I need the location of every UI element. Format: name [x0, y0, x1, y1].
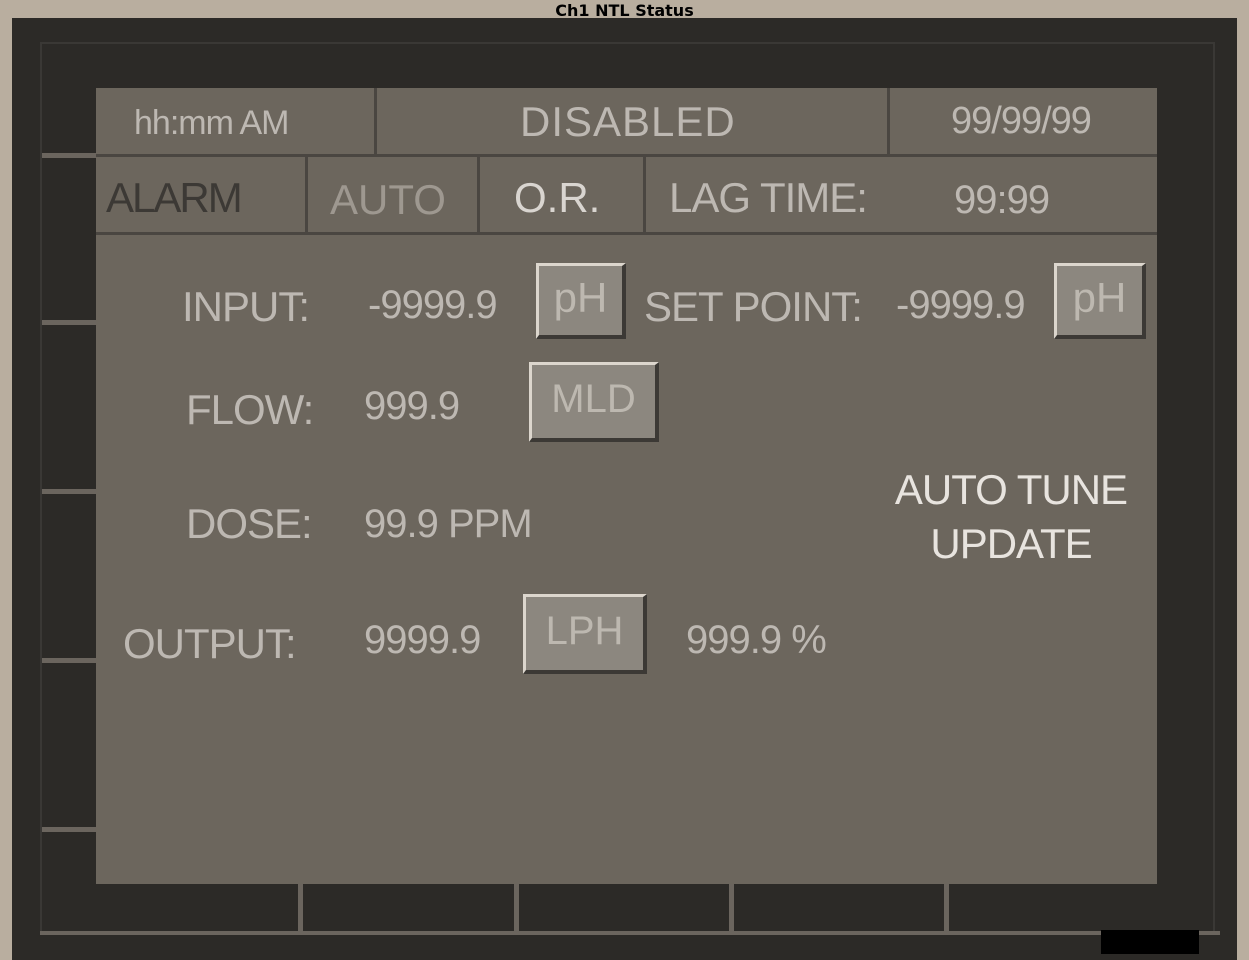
- lag-time-label: LAG TIME:: [669, 174, 868, 221]
- clock-time: hh:mm AM: [134, 104, 289, 142]
- bottom-softkey-divider: [514, 884, 519, 932]
- left-softkey-divider: [42, 153, 96, 158]
- bottom-softkey-divider: [729, 884, 734, 932]
- setpoint-label: SET POINT:: [644, 283, 863, 330]
- status-row-divider: [96, 232, 1157, 235]
- or-indicator[interactable]: O.R.: [514, 174, 600, 222]
- flow-value: 999.9: [364, 384, 460, 428]
- header-divider: [374, 88, 377, 154]
- setpoint-unit-button[interactable]: pH: [1054, 263, 1146, 339]
- bottom-rule: [40, 931, 1220, 935]
- header-divider: [887, 88, 890, 154]
- status-indicator: [1101, 930, 1199, 954]
- flow-unit-button[interactable]: MLD: [529, 362, 659, 442]
- status-divider: [305, 157, 308, 233]
- flow-label: FLOW:: [186, 386, 314, 433]
- setpoint-value: -9999.9: [896, 283, 1026, 327]
- bottom-softkey-divider: [944, 884, 949, 932]
- header-row-divider: [96, 154, 1157, 157]
- input-label: INPUT:: [182, 283, 310, 330]
- dose-value: 99.9 PPM: [364, 502, 533, 546]
- auto-tune-line2: UPDATE: [930, 520, 1092, 567]
- main-panel: hh:mm AM DISABLED 99/99/99 ALARM AUTO O.…: [96, 88, 1157, 884]
- status-divider: [477, 157, 480, 233]
- auto-tune-line1: AUTO TUNE: [894, 466, 1128, 513]
- controller-state: DISABLED: [520, 98, 736, 145]
- date: 99/99/99: [951, 100, 1092, 142]
- left-softkey-divider: [42, 827, 96, 832]
- input-unit-button[interactable]: pH: [536, 263, 626, 339]
- left-softkey-divider: [42, 489, 96, 494]
- left-softkey-divider: [42, 658, 96, 663]
- lag-time-value: 99:99: [954, 178, 1050, 222]
- alarm-indicator[interactable]: ALARM: [106, 174, 243, 222]
- input-value: -9999.9: [368, 283, 498, 327]
- output-label: OUTPUT:: [123, 620, 297, 667]
- output-percent: 999.9 %: [686, 618, 827, 662]
- status-divider: [643, 157, 646, 233]
- left-softkey-divider: [42, 320, 96, 325]
- dose-label: DOSE:: [186, 500, 313, 547]
- bottom-softkey-divider: [298, 884, 303, 932]
- auto-mode-indicator[interactable]: AUTO: [330, 176, 446, 224]
- output-unit-button[interactable]: LPH: [523, 594, 647, 674]
- output-value: 9999.9: [364, 618, 481, 662]
